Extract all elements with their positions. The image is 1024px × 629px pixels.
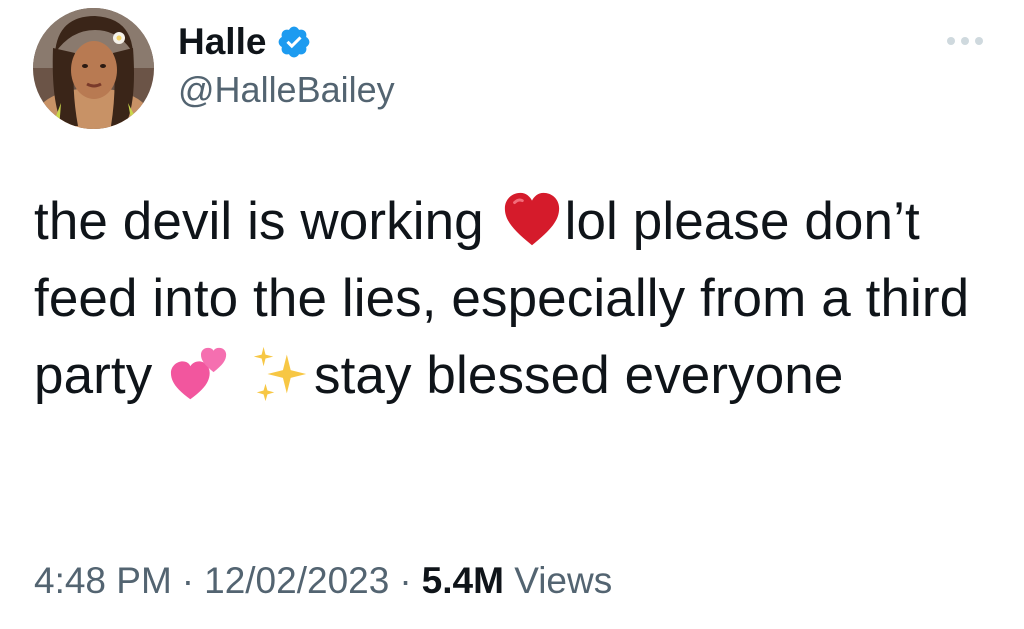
user-handle[interactable]: @HalleBailey — [178, 70, 395, 110]
red-heart-icon — [504, 192, 559, 246]
verified-badge-icon — [279, 26, 310, 58]
profile-photo-icon — [33, 8, 154, 129]
tweet-card: Halle @HalleBailey the devil is working … — [0, 0, 1024, 629]
more-options-icon[interactable] — [944, 30, 986, 52]
views-label[interactable]: Views — [514, 560, 612, 601]
sparkles-icon — [253, 346, 307, 402]
tweet-time[interactable]: 4:48 PM — [34, 560, 172, 601]
tweet-meta: 4:48 PM · 12/02/2023 · 5.4M Views — [34, 555, 612, 607]
views-count[interactable]: 5.4M — [422, 560, 504, 601]
tweet-text-part1: the devil is working — [34, 192, 484, 251]
tweet-text: the devil is working lol please don’t fe… — [34, 183, 994, 414]
avatar[interactable] — [33, 8, 154, 129]
name-row: Halle — [178, 18, 395, 66]
tweet-text-part3: stay blessed everyone — [313, 346, 844, 405]
separator: · — [181, 560, 195, 601]
tweet-date[interactable]: 12/02/2023 — [204, 560, 389, 601]
author-block: Halle @HalleBailey — [178, 18, 395, 110]
display-name[interactable]: Halle — [178, 18, 266, 66]
separator: · — [399, 560, 412, 601]
two-hearts-icon — [171, 347, 227, 400]
